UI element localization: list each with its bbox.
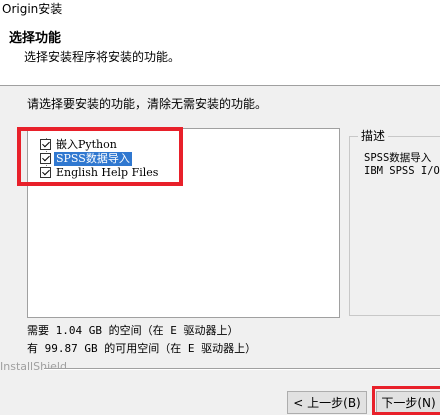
checkbox-checked-icon[interactable] [40,153,51,164]
feature-item-python[interactable]: 嵌入Python [40,137,119,152]
feature-label: SPSS数据导入 [54,151,132,166]
installshield-brand: InstallShield [0,360,67,373]
footer-separator [44,368,440,370]
feature-item-spss[interactable]: SPSS数据导入 [40,151,132,166]
space-required: 需要 1.04 GB 的空间（在 E 驱动器上） [27,324,239,337]
feature-item-english-help[interactable]: English Help Files [40,165,160,180]
feature-label: English Help Files [56,165,159,179]
description-line: IBM SPSS I/O链 [364,165,440,177]
page-title: 选择功能 [9,31,62,46]
header-panel: 选择功能 选择安装程序将安装的功能。 [0,19,440,86]
space-available: 有 99.87 GB 的可用空间（在 E 驱动器上） [27,342,257,355]
description-line: SPSS数据导入 [364,152,432,164]
checkbox-checked-icon[interactable] [40,139,51,150]
description-label: 描述 [358,127,389,144]
instruction-text: 请选择要安装的功能，清除无需安装的功能。 [27,97,268,111]
next-button[interactable]: 下一步(N) [376,391,440,414]
back-button[interactable]: < 上一步(B) [287,391,367,414]
feature-label: 嵌入Python [56,137,117,151]
checkbox-checked-icon[interactable] [40,167,51,178]
page-subtitle: 选择安装程序将安装的功能。 [24,50,181,64]
description-text: SPSS数据导入 IBM SPSS I/O链 [364,152,440,178]
feature-tree[interactable]: 嵌入Python SPSS数据导入 English Help Files [27,128,340,318]
window-title: Origin安装 [0,0,440,19]
